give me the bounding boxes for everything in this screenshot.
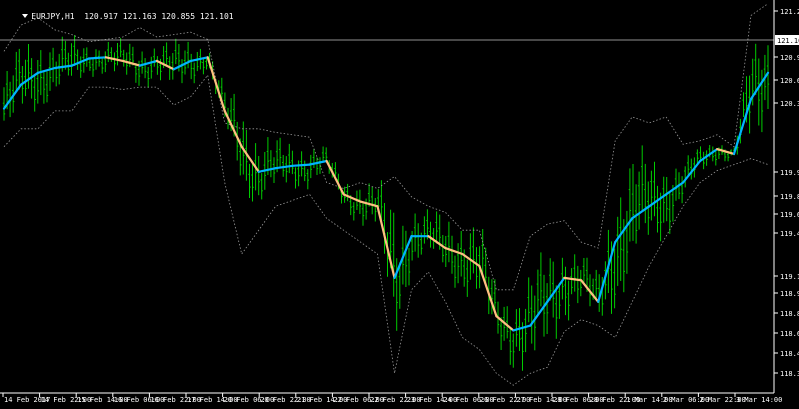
price-chart[interactable]: 121.295 120.965 120.635 120.305 119.975 119.8… — [0, 0, 799, 405]
price-tick-label: 118.490 — [780, 350, 799, 358]
price-tick-label: 119.645 — [780, 211, 799, 219]
price-tick-label: 120.305 — [780, 100, 799, 108]
current-price-label: 121.101 — [777, 37, 799, 45]
price-tick-label: 120.635 — [780, 77, 799, 85]
price-tick-label: 119.480 — [780, 230, 799, 238]
price-tick-label: 119.810 — [780, 193, 799, 201]
price-tick-label: 121.295 — [780, 8, 799, 16]
price-tick-label: 118.985 — [780, 290, 799, 298]
symbol-label: EURJPY,H1 — [31, 12, 75, 21]
time-tick-label: 3 Mar 14:00 — [736, 396, 782, 404]
price-tick-label: 118.325 — [780, 370, 799, 378]
price-tick-label: 119.975 — [780, 169, 799, 177]
price-tick-label: 118.820 — [780, 310, 799, 318]
price-tick-label: 120.965 — [780, 54, 799, 62]
dropdown-arrow-icon[interactable] — [22, 14, 29, 18]
ma-segment-rising — [87, 56, 108, 60]
current-price-tag: 121.101 — [775, 35, 799, 45]
ohlc-values: 120.917 121.163 120.855 121.101 — [84, 12, 234, 21]
chart-window[interactable]: 121.295 120.965 120.635 120.305 119.975 119.8… — [0, 0, 799, 405]
price-tick-label: 118.655 — [780, 330, 799, 338]
chart-title: EURJPY,H1 120.917 121.163 120.855 121.10… — [3, 2, 234, 32]
price-tick-label: 119.150 — [780, 273, 799, 281]
ma-segment-rising — [291, 163, 311, 167]
